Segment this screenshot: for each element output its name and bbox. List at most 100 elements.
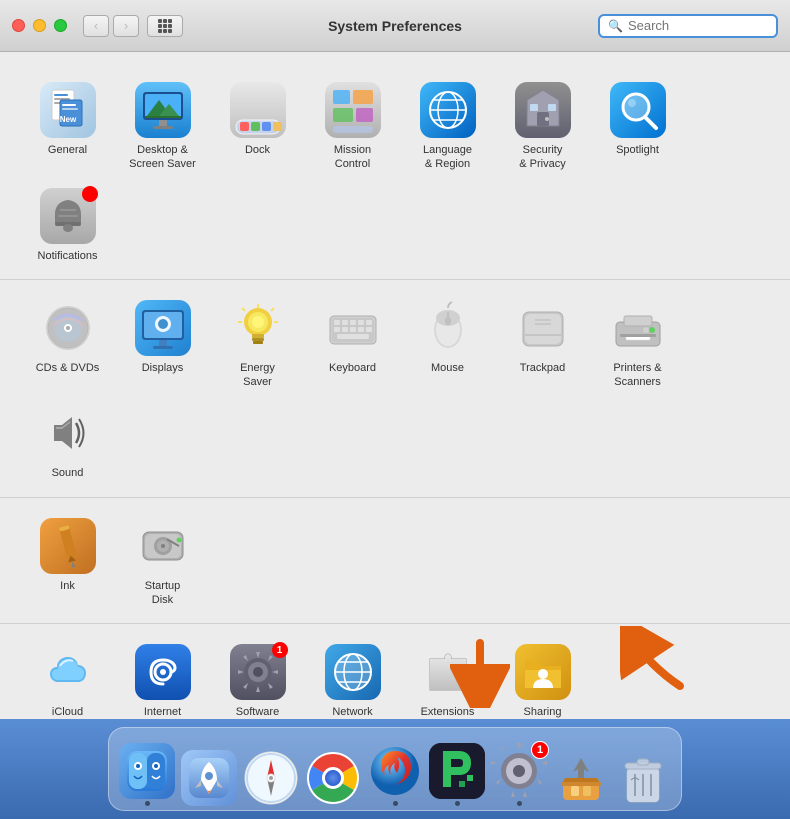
keyboard-label: Keyboard bbox=[329, 361, 376, 375]
pref-general[interactable]: New General bbox=[20, 74, 115, 180]
energy-saver-label: EnergySaver bbox=[240, 361, 275, 390]
dock-item-downloads[interactable] bbox=[553, 750, 609, 806]
desktop-screensaver-icon bbox=[135, 82, 191, 138]
nav-buttons: ‹ › bbox=[83, 15, 139, 37]
keyboard-icon bbox=[325, 300, 381, 356]
dock-item-finder[interactable] bbox=[119, 743, 175, 806]
pref-language-region[interactable]: Language& Region bbox=[400, 74, 495, 180]
mouse-icon bbox=[420, 300, 476, 356]
system-prefs-dot bbox=[517, 801, 522, 806]
pref-spotlight[interactable]: Spotlight bbox=[590, 74, 685, 180]
pref-trackpad[interactable]: Trackpad bbox=[495, 292, 590, 398]
cds-dvds-label: CDs & DVDs bbox=[36, 361, 100, 375]
icon-grid-internet: iCloud InternetAcc bbox=[20, 636, 770, 719]
maximize-button[interactable] bbox=[54, 19, 67, 32]
downloads-icon bbox=[553, 750, 609, 806]
security-privacy-icon bbox=[515, 82, 571, 138]
traffic-lights bbox=[12, 19, 67, 32]
printers-scanners-icon bbox=[610, 300, 666, 356]
language-region-icon bbox=[420, 82, 476, 138]
pref-security-privacy[interactable]: Security& Privacy bbox=[495, 74, 590, 180]
finder-dot bbox=[145, 801, 150, 806]
pref-desktop-screensaver[interactable]: Desktop &Screen Saver bbox=[115, 74, 210, 180]
pref-mission-control[interactable]: MissionControl bbox=[305, 74, 400, 180]
pref-ink[interactable]: Ink bbox=[20, 510, 115, 616]
icon-grid-hardware: CDs & DVDs bbox=[20, 292, 770, 489]
pref-notifications[interactable]: Notifications bbox=[20, 180, 115, 271]
desktop-screensaver-label: Desktop &Screen Saver bbox=[129, 143, 196, 172]
dock-item-system-prefs[interactable]: 1 bbox=[491, 743, 547, 806]
pref-printers-scanners[interactable]: Printers &Scanners bbox=[590, 292, 685, 398]
cds-dvds-icon bbox=[40, 300, 96, 356]
pref-energy-saver[interactable]: EnergySaver bbox=[210, 292, 305, 398]
dock: 1 bbox=[108, 727, 682, 811]
search-box[interactable]: 🔍 bbox=[598, 14, 778, 38]
mission-control-icon bbox=[325, 82, 381, 138]
forward-button[interactable]: › bbox=[113, 15, 139, 37]
language-region-label: Language& Region bbox=[423, 143, 472, 172]
sound-icon bbox=[40, 405, 96, 461]
pref-internet-accounts[interactable]: InternetAccounts bbox=[115, 636, 210, 719]
pref-mouse[interactable]: Mouse bbox=[400, 292, 495, 398]
pref-extensions[interactable]: Extensions bbox=[400, 636, 495, 719]
chrome-icon bbox=[305, 750, 361, 806]
dock-icon bbox=[230, 82, 286, 138]
startup-disk-label: StartupDisk bbox=[145, 579, 180, 608]
pref-icloud[interactable]: iCloud bbox=[20, 636, 115, 719]
dock-area: 1 bbox=[0, 719, 790, 819]
pref-keyboard[interactable]: Keyboard bbox=[305, 292, 400, 398]
section-internet: iCloud InternetAcc bbox=[0, 624, 790, 719]
dock-item-firefox[interactable] bbox=[367, 743, 423, 806]
grid-view-button[interactable] bbox=[147, 15, 183, 37]
trackpad-label: Trackpad bbox=[520, 361, 565, 375]
notifications-icon bbox=[40, 188, 96, 244]
pref-cds-dvds[interactable]: CDs & DVDs bbox=[20, 292, 115, 398]
launchpad-icon bbox=[181, 750, 237, 806]
pref-displays[interactable]: Displays bbox=[115, 292, 210, 398]
search-input[interactable] bbox=[628, 18, 768, 33]
system-prefs-badge: 1 bbox=[531, 741, 549, 759]
pref-sharing[interactable]: Sharing bbox=[495, 636, 590, 719]
dock-label: Dock bbox=[245, 143, 270, 157]
titlebar: ‹ › System Preferences 🔍 bbox=[0, 0, 790, 52]
spotlight-label: Spotlight bbox=[616, 143, 659, 157]
window-title: System Preferences bbox=[328, 18, 462, 34]
pixelmator-dot bbox=[455, 801, 460, 806]
preferences-grid: New General bbox=[0, 52, 790, 719]
ink-label: Ink bbox=[60, 579, 75, 593]
software-update-label: SoftwareUpdate bbox=[236, 705, 279, 719]
pref-dock[interactable]: Dock bbox=[210, 74, 305, 180]
svg-text:New: New bbox=[59, 115, 76, 124]
system-prefs-dock-icon: 1 bbox=[491, 743, 547, 799]
notifications-badge bbox=[82, 186, 98, 202]
trackpad-icon bbox=[515, 300, 571, 356]
pref-network[interactable]: Network bbox=[305, 636, 400, 719]
dock-item-chrome[interactable] bbox=[305, 750, 361, 806]
general-label: General bbox=[48, 143, 87, 157]
pixelmator-icon bbox=[429, 743, 485, 799]
dock-item-launchpad[interactable] bbox=[181, 750, 237, 806]
security-privacy-label: Security& Privacy bbox=[519, 143, 565, 172]
close-button[interactable] bbox=[12, 19, 25, 32]
minimize-button[interactable] bbox=[33, 19, 46, 32]
network-label: Network bbox=[332, 705, 372, 719]
finder-icon bbox=[119, 743, 175, 799]
pref-startup-disk[interactable]: StartupDisk bbox=[115, 510, 210, 616]
pref-sound[interactable]: Sound bbox=[20, 397, 115, 488]
mission-control-label: MissionControl bbox=[334, 143, 371, 172]
back-button[interactable]: ‹ bbox=[83, 15, 109, 37]
pref-software-update[interactable]: 1 SoftwareUpdate bbox=[210, 636, 305, 719]
section-personal: New General bbox=[0, 62, 790, 280]
trash-icon bbox=[615, 750, 671, 806]
general-icon: New bbox=[40, 82, 96, 138]
dock-item-pixelmator[interactable] bbox=[429, 743, 485, 806]
icon-grid-hardware2: Ink bbox=[20, 510, 770, 616]
icon-grid-personal: New General bbox=[20, 74, 770, 271]
energy-saver-icon bbox=[230, 300, 286, 356]
dock-item-trash[interactable] bbox=[615, 750, 671, 806]
displays-icon bbox=[135, 300, 191, 356]
extensions-label: Extensions bbox=[421, 705, 475, 719]
dock-item-safari[interactable] bbox=[243, 750, 299, 806]
software-update-badge: 1 bbox=[272, 642, 288, 658]
safari-icon bbox=[243, 750, 299, 806]
